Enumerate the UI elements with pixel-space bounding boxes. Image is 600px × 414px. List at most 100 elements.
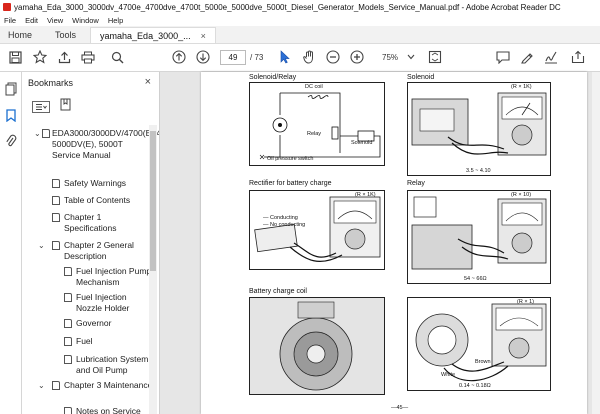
bookmark-item-fuel-pump[interactable]: Fuel Injection Pump Mechanism [64,266,154,288]
tab-tools[interactable]: Tools [46,26,90,43]
bookmark-item-lubrication[interactable]: Lubrication System and Oil Pump [64,354,154,376]
page-number-input[interactable]: 49 [220,50,246,65]
search-icon[interactable] [110,50,124,64]
bookmark-item-fuel[interactable]: Fuel [64,336,154,347]
bookmark-item-chapter3[interactable]: ⌄ Chapter 3 Maintenance [38,380,154,391]
menu-file[interactable]: File [4,16,16,25]
label-range-r1k-rectifier: (R × 1K) [355,192,376,198]
bookmark-label: Chapter 2 General Description [64,240,134,261]
bookmark-page-icon [52,241,60,250]
label-white-wire: White [441,372,456,378]
zoom-level[interactable]: 75% [382,53,398,62]
bookmark-label: Safety Warnings [64,178,127,188]
select-cursor-icon[interactable] [278,50,292,64]
menu-view[interactable]: View [47,16,63,25]
menu-window[interactable]: Window [72,16,99,25]
document-viewer: Solenoid/Relay DC coil Relay Solenoid Oi… [160,72,600,414]
bookmark-label: Chapter 1 Specifications [64,212,117,233]
bookmarks-scroll-thumb[interactable] [150,131,156,271]
bookmark-page-icon [52,213,60,222]
rectifier-meter-illustration [254,196,381,263]
bookmark-item-safety[interactable]: Safety Warnings [52,178,154,189]
label-range-r1: (R × 1) [517,299,534,305]
section-title-solenoid-relay: Solenoid/Relay [249,74,297,81]
bookmark-page-icon [64,355,72,364]
bookmark-item-governor[interactable]: Governor [64,318,154,329]
rectifier-diagram [249,190,385,270]
label-range-r10: (R × 10) [511,192,532,198]
bookmark-page-icon [52,179,60,188]
comment-icon[interactable] [496,50,510,64]
generator-illustration [250,298,384,394]
upload-icon[interactable] [57,50,71,64]
bookmarks-header: Bookmarks [28,78,74,88]
label-relay: Relay [307,131,322,137]
bookmark-page-icon [64,293,72,302]
section-title-battery-coil: Battery charge coil [249,288,307,295]
bookmark-item-toc[interactable]: Table of Contents [52,195,154,206]
bookmark-label: Fuel [76,336,93,346]
fill-sign-icon[interactable] [544,50,558,64]
tab-bar: Home Tools yamaha_Eda_3000_... × [0,26,600,44]
menu-edit[interactable]: Edit [25,16,38,25]
section-title-solenoid: Solenoid [407,74,435,81]
bookmark-star-icon[interactable] [33,50,47,64]
bookmark-label: Governor [76,318,112,328]
bookmark-label: Fuel Injection Pump Mechanism [76,266,152,287]
fit-page-icon[interactable] [428,50,442,64]
window-title-bar: yamaha_Eda_3000_3000dv_4700e_4700dve_470… [0,0,600,14]
solenoid-meter-illustration [411,92,547,156]
coil-meter-illustration [415,303,547,382]
bookmark-label: EDA3000/3000DV/4700(E)/4700DV(E)/4700T/5… [52,128,159,160]
label-no-conducting: — No conducting [263,222,306,228]
bookmarks-scrollbar[interactable] [149,125,157,414]
print-icon[interactable] [81,50,95,64]
battery-coil-photo [249,297,385,395]
bookmark-item-chapter1[interactable]: Chapter 1 Specifications [52,212,154,234]
chevron-down-icon[interactable]: ⌄ [34,128,41,139]
menu-bar: File Edit View Window Help [0,14,600,26]
chevron-down-icon[interactable]: ⌄ [38,240,45,251]
relay-photo [407,190,551,284]
menu-help[interactable]: Help [108,16,123,25]
attachments-icon[interactable] [4,134,18,148]
highlight-pen-icon[interactable] [520,50,534,64]
next-page-icon[interactable] [196,50,210,64]
zoom-in-icon[interactable] [350,50,364,64]
bookmarks-panel: Bookmarks × ⌄ EDA3000/3000DV/4700(E)/470… [22,72,160,414]
bookmark-label: Fuel Injection Nozzle Holder [76,292,130,313]
toolbar: 49 / 73 75% [0,44,600,72]
bookmarks-panel-icon[interactable] [4,108,18,122]
tab-home[interactable]: Home [0,26,46,43]
value-coil-resistance: 0.14 ~ 0.18Ω [459,383,491,389]
document-scrollbar[interactable] [592,72,600,414]
hand-tool-icon[interactable] [302,50,316,64]
label-oil-pressure-switch: Oil pressure switch [267,156,314,162]
label-range-r1k-solenoid: (R × 1K) [511,84,532,90]
tab-document[interactable]: yamaha_Eda_3000_... × [90,27,216,43]
bookmark-page-icon [64,407,72,414]
new-bookmark-icon[interactable] [60,98,72,116]
solenoid-relay-diagram [249,82,385,166]
relay-meter-illustration [411,196,547,270]
bookmark-page-icon [64,319,72,328]
close-tab-icon[interactable]: × [201,31,206,41]
bookmark-item-nozzle[interactable]: Fuel Injection Nozzle Holder [64,292,154,314]
value-relay-resistance: 54 ~ 66Ω [464,276,487,282]
pdf-page: Solenoid/Relay DC coil Relay Solenoid Oi… [201,72,587,414]
close-panel-icon[interactable]: × [145,76,151,88]
section-title-relay: Relay [407,180,425,187]
chevron-down-icon[interactable]: ⌄ [38,380,45,391]
bookmark-item-notes[interactable]: Notes on Service [64,406,154,414]
zoom-dropdown-chevron-icon[interactable] [404,50,418,64]
zoom-out-icon[interactable] [326,50,340,64]
bookmark-options-icon[interactable] [32,101,50,113]
share-icon[interactable] [571,50,585,64]
value-solenoid-resistance: 3.5 ~ 4.10 [466,168,491,174]
save-icon[interactable] [8,50,22,64]
solenoid-photo [407,82,551,176]
page-thumbnails-icon[interactable] [4,82,18,96]
bookmark-item-chapter2[interactable]: ⌄ Chapter 2 General Description [38,240,154,262]
bookmark-item-root[interactable]: ⌄ EDA3000/3000DV/4700(E)/4700DV(E)/4700T… [34,128,159,161]
previous-page-icon[interactable] [172,50,186,64]
